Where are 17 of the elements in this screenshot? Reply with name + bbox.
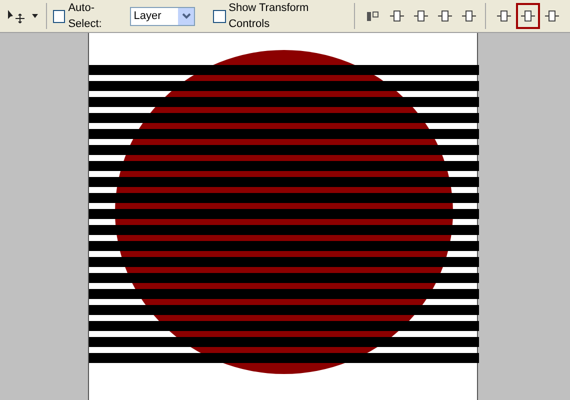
align-icon [545, 9, 559, 23]
align-icon [521, 9, 535, 23]
caret-icon [32, 14, 38, 18]
show-transform-controls-label: Show Transform Controls [228, 0, 310, 32]
auto-select-label: Auto-Select: [68, 0, 103, 32]
align-icon [366, 9, 380, 23]
align-icon [414, 9, 428, 23]
move-tool-icon [6, 8, 26, 24]
checkbox[interactable] [53, 10, 66, 22]
checkbox[interactable] [213, 10, 226, 22]
move-tool-button[interactable] [6, 3, 47, 29]
align-icon [497, 9, 511, 23]
layer-dropdown[interactable]: Layer [130, 6, 196, 26]
align-icon [390, 9, 404, 23]
align-icon [438, 9, 452, 23]
align-button[interactable] [516, 3, 540, 29]
align-icon [462, 9, 476, 23]
